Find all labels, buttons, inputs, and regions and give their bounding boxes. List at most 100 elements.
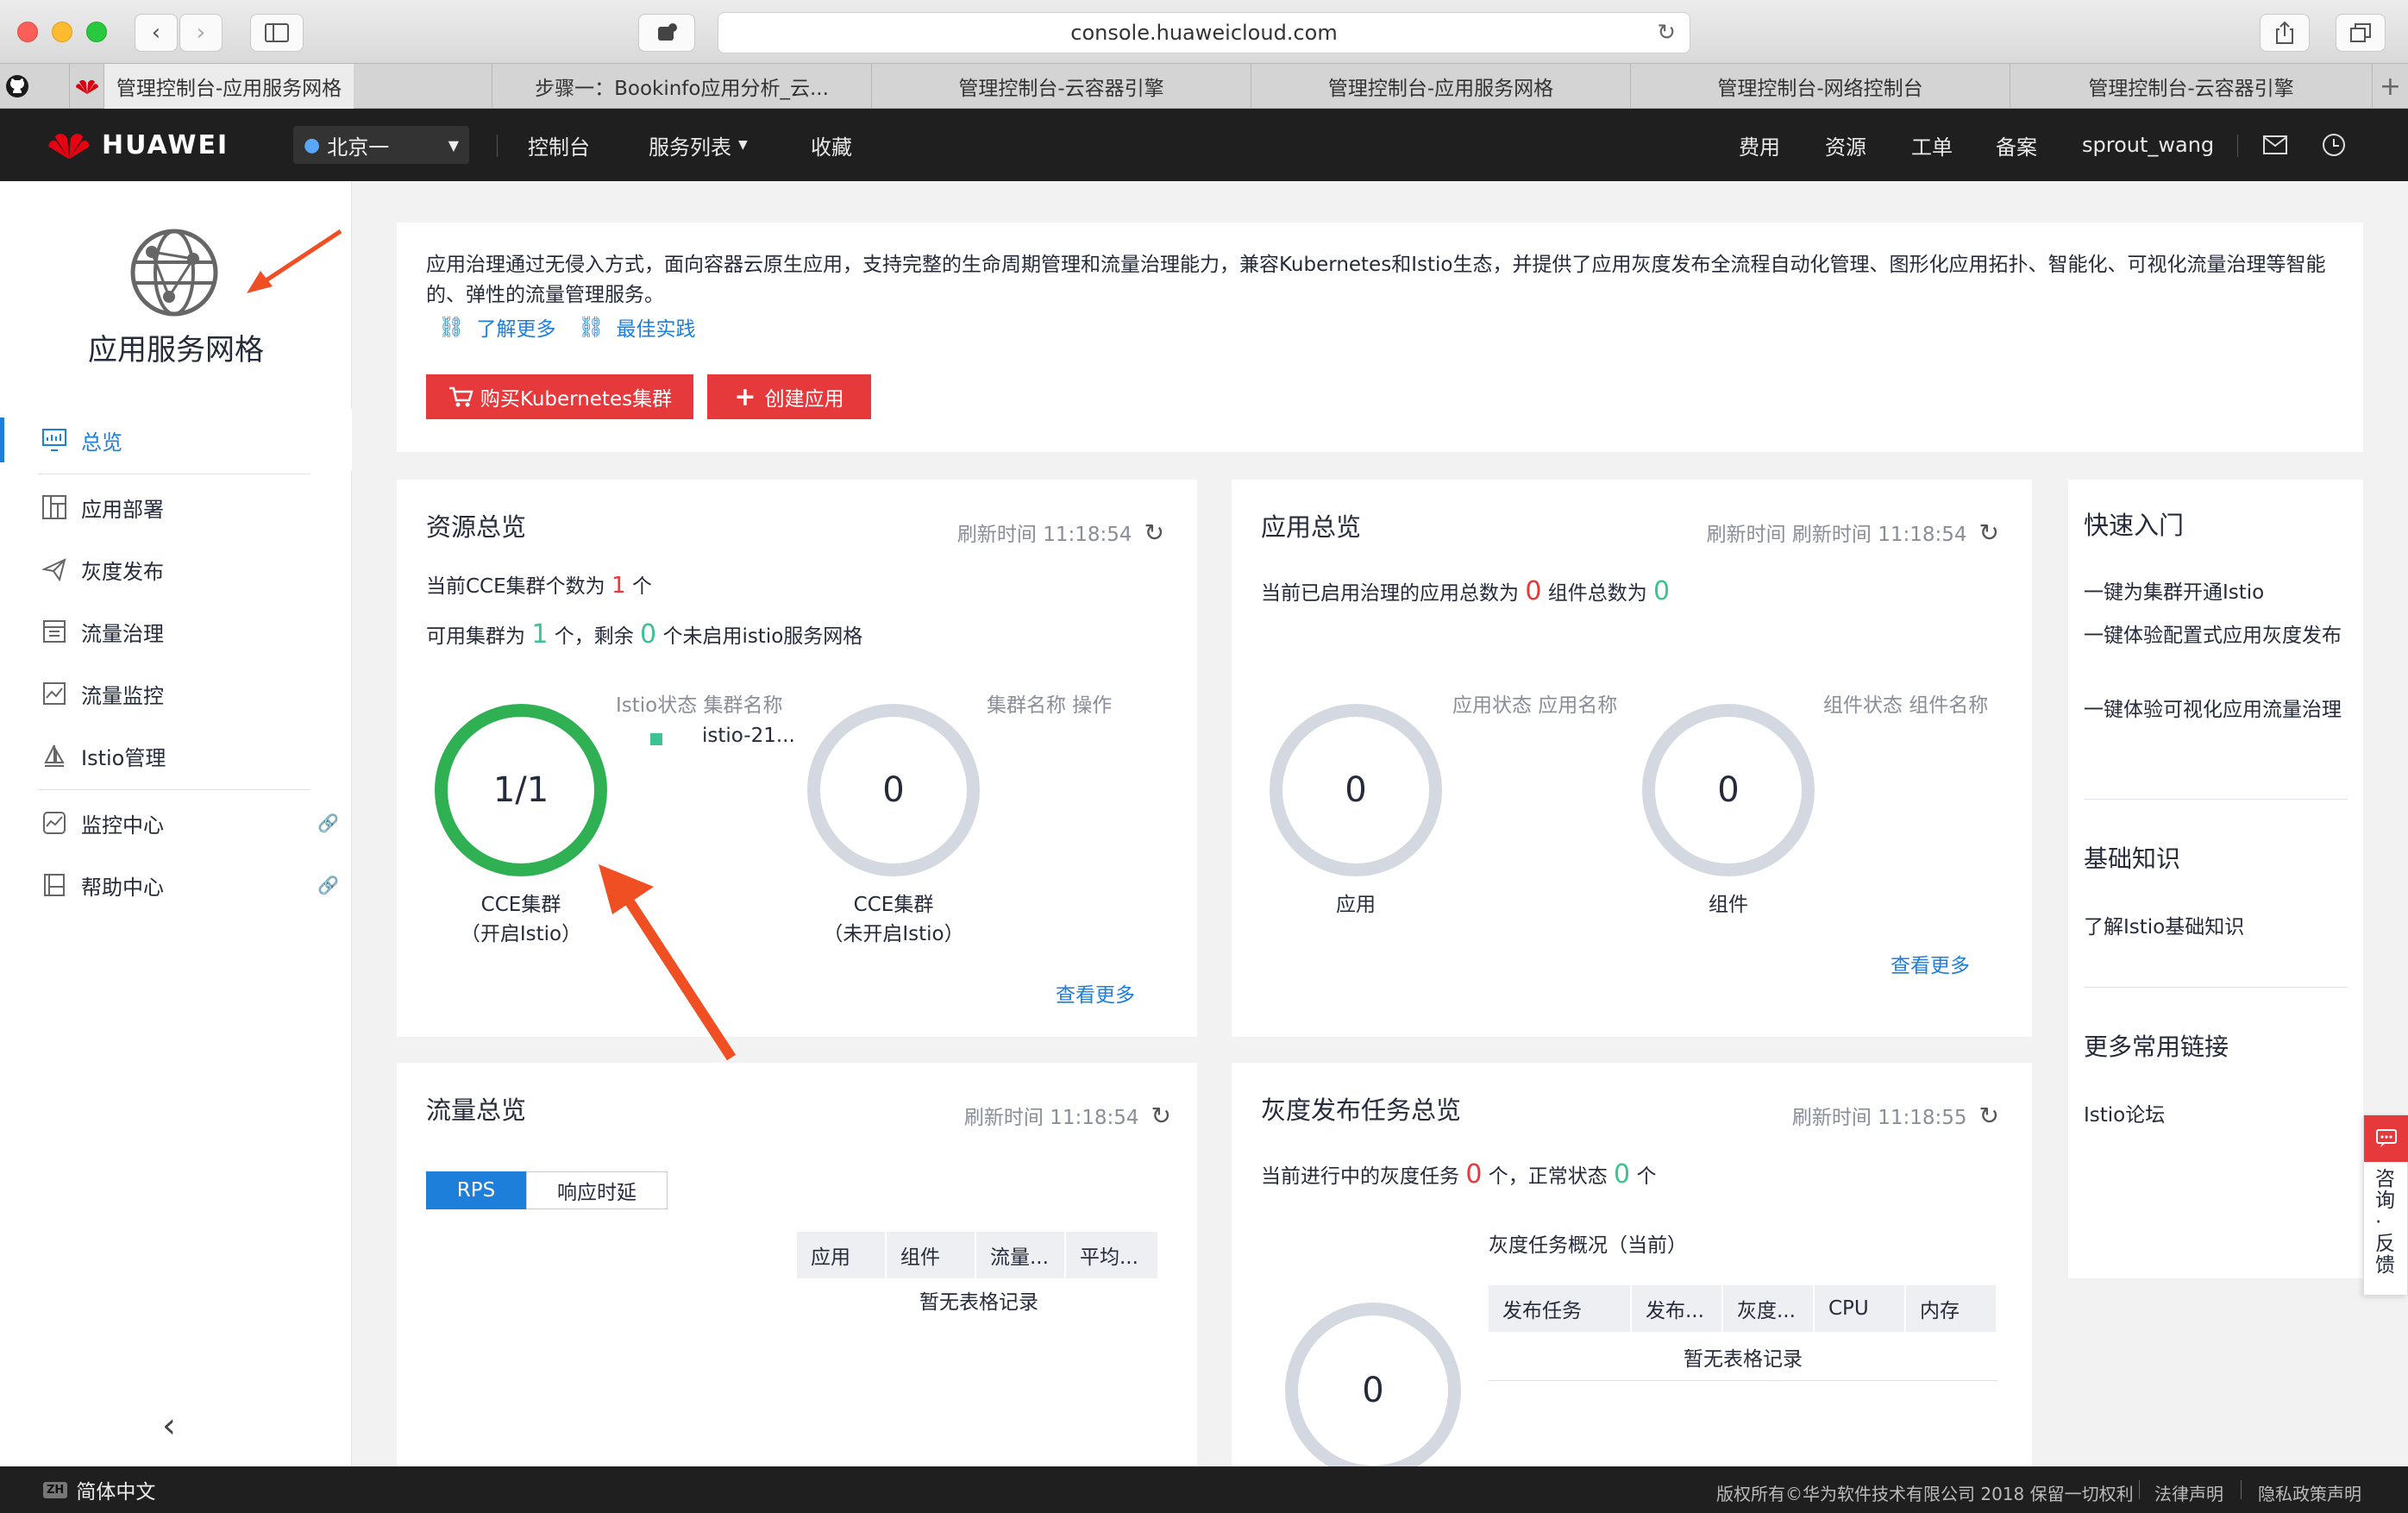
sidebar-item-monitor-center[interactable]: 监控中心 🔗 (0, 792, 352, 854)
ring-label: 组件 (1709, 894, 1748, 916)
zoom-window-button[interactable] (86, 22, 107, 42)
nav-favorites[interactable]: 收藏 (811, 109, 852, 181)
buy-cluster-button[interactable]: 购买Kubernetes集群 (426, 374, 693, 419)
sidebar-item-label: 帮助中心 (81, 875, 164, 900)
address-bar[interactable]: console.huaweicloud.com ↻ (718, 12, 1690, 53)
sidebar-item-traffic-monitor[interactable]: 流量监控 (0, 662, 352, 725)
table-header-cell[interactable]: 内存 (1906, 1285, 1997, 1332)
quick-link[interactable]: 一键体验可视化应用流量治理 (2084, 694, 2351, 726)
nav-resources[interactable]: 资源 (1825, 109, 1866, 181)
cce-count-text: 当前CCE集群个数为 1 个 (426, 569, 652, 599)
view-more-link[interactable]: 查看更多 (1891, 949, 1970, 978)
refresh-icon[interactable]: ↻ (1144, 518, 1164, 547)
sidebar-item-gray-release[interactable]: 灰度发布 (0, 538, 352, 600)
privacy-link[interactable]: 隐私政策声明 (2258, 1480, 2361, 1505)
sidebar-item-overview[interactable]: 总览 (0, 409, 352, 471)
normal-count: 0 (1614, 1159, 1631, 1190)
language-switch[interactable]: ZH 简体中文 (43, 1478, 156, 1504)
share-button[interactable] (2260, 14, 2310, 52)
legal-link[interactable]: 法律声明 (2154, 1480, 2223, 1505)
collapse-sidebar-button[interactable]: ‹ (162, 1406, 176, 1446)
annotation-arrow (247, 229, 342, 293)
available-cluster-text: 可用集群为 1 个，剩余 0 个未启用istio服务网格 (426, 619, 862, 650)
quick-start-card: 快速入门 一键为集群开通Istio 一键体验配置式应用灰度发布 一键体验可视化应… (2068, 480, 2363, 1278)
refresh-icon[interactable]: ↻ (1979, 1102, 1999, 1130)
table-header-cell[interactable]: CPU (1815, 1285, 1906, 1332)
refresh-label: 刷新时间 11:18:54 (956, 524, 1132, 546)
refresh-time: 刷新时间 刷新时间 11:18:54 ↻ (1707, 518, 1999, 547)
cce-count: 1 (611, 573, 626, 599)
best-practice-link[interactable]: ⛓ 最佳实践 (578, 312, 695, 342)
region-select[interactable]: ● 北京一 ▼ (293, 126, 469, 164)
tab-1[interactable]: 步骤一：Bookinfo应用分析_云... (492, 64, 871, 109)
table-header-cell[interactable]: 平均... (1066, 1232, 1159, 1278)
sidebar-item-deploy[interactable]: 应用部署 (0, 476, 352, 538)
sidebar-item-help-center[interactable]: 帮助中心 🔗 (0, 854, 352, 916)
language-label: 简体中文 (76, 1481, 156, 1504)
nav-console[interactable]: 控制台 (528, 109, 590, 181)
refresh-icon[interactable]: ↻ (1151, 1102, 1171, 1130)
divider (2139, 1480, 2140, 1499)
feedback-widget[interactable]: 咨询·反馈 (2363, 1114, 2408, 1296)
table-header-cell[interactable]: 组件 (887, 1232, 976, 1278)
tab-rps[interactable]: RPS (426, 1171, 526, 1209)
browser-titlebar: ‹ › console.huaweicloud.com ↻ (0, 0, 2408, 64)
tab-3[interactable]: 管理控制台-应用服务网格 (1251, 64, 1630, 109)
sidebar-item-istio[interactable]: Istio管理 (0, 725, 352, 787)
new-tab-button[interactable]: + (2372, 64, 2408, 109)
refresh-label: 刷新时间 刷新时间 11:18:54 (1706, 524, 1967, 546)
table-header-cell[interactable]: 应用 (797, 1232, 887, 1278)
quick-link[interactable]: 一键体验配置式应用灰度发布 (2084, 619, 2351, 652)
view-more-link[interactable]: 查看更多 (1056, 978, 1135, 1008)
refresh-time: 刷新时间 11:18:54 ↻ (957, 518, 1164, 547)
chevron-left-icon: ‹ (162, 1406, 176, 1446)
create-app-button[interactable]: + 创建应用 (707, 374, 871, 419)
nav-service-list[interactable]: 服务列表 ▼ (649, 109, 748, 181)
table-header-cell[interactable]: 发布... (1632, 1285, 1723, 1332)
minimize-window-button[interactable] (52, 22, 72, 42)
table-header-cell[interactable]: 流量... (976, 1232, 1066, 1278)
close-window-button[interactable] (17, 22, 38, 42)
user-menu[interactable]: sprout_wang (2082, 109, 2214, 181)
feedback-label: 咨询·反馈 (2375, 1168, 2395, 1277)
tab-5[interactable]: 管理控制台-云容器引擎 (2010, 64, 2372, 109)
nav-tickets[interactable]: 工单 (1911, 109, 1953, 181)
learn-more-link[interactable]: ⛓ 了解更多 (438, 312, 555, 342)
resource-overview-card: 资源总览 刷新时间 11:18:54 ↻ 当前CCE集群个数为 1 个 可用集群为… (397, 480, 1197, 1037)
divider (2084, 799, 2348, 800)
tab-4[interactable]: 管理控制台-网络控制台 (1630, 64, 2010, 109)
tab-2[interactable]: 管理控制台-云容器引擎 (871, 64, 1251, 109)
quick-link[interactable]: 一键为集群开通Istio (2084, 576, 2351, 609)
tab-0[interactable]: 管理控制台-应用服务网格 (103, 64, 354, 109)
pinned-tab-huawei[interactable] (69, 64, 103, 109)
ring-value: 0 (1345, 770, 1367, 810)
recent-button[interactable] (2322, 109, 2346, 181)
card-title: 流量总览 (426, 1096, 527, 1125)
cluster-name-link[interactable]: istio-21... (702, 725, 795, 747)
quick-link[interactable]: Istio论坛 (2084, 1099, 2351, 1132)
refresh-icon[interactable]: ↻ (1979, 518, 1999, 547)
card-title: 灰度发布任务总览 (1261, 1096, 1462, 1125)
quick-link[interactable]: 了解Istio基础知识 (2084, 911, 2351, 944)
table-header-cell[interactable]: 灰度... (1723, 1285, 1815, 1332)
extension-button[interactable] (638, 14, 695, 52)
stat-text: 可用集群为 (426, 625, 525, 648)
sidebar-item-traffic-gov[interactable]: 流量治理 (0, 600, 352, 662)
reload-icon[interactable]: ↻ (1657, 20, 1676, 46)
tab-latency[interactable]: 响应时延 (526, 1171, 668, 1209)
nav-filing[interactable]: 备案 (1996, 109, 2037, 181)
traffic-monitor-icon (41, 681, 67, 706)
sidebar-toggle-button[interactable] (250, 14, 304, 52)
back-button[interactable]: ‹ (135, 14, 178, 52)
nav-billing[interactable]: 费用 (1739, 109, 1780, 181)
pinned-tab-github[interactable] (0, 64, 34, 109)
tab-overview-button[interactable] (2336, 14, 2386, 52)
table-header-cell[interactable]: 发布任务 (1489, 1285, 1632, 1332)
huawei-logo[interactable]: HUAWEI (45, 109, 229, 181)
ring-label: 应用 (1336, 894, 1376, 916)
huawei-logo-icon (75, 79, 98, 94)
app-overview-card: 应用总览 刷新时间 刷新时间 11:18:54 ↻ 当前已启用治理的应用总数为 0… (1232, 480, 2032, 1037)
sidebar-item-label: 灰度发布 (81, 559, 164, 584)
forward-button[interactable]: › (179, 14, 223, 52)
messages-button[interactable] (2263, 109, 2287, 181)
